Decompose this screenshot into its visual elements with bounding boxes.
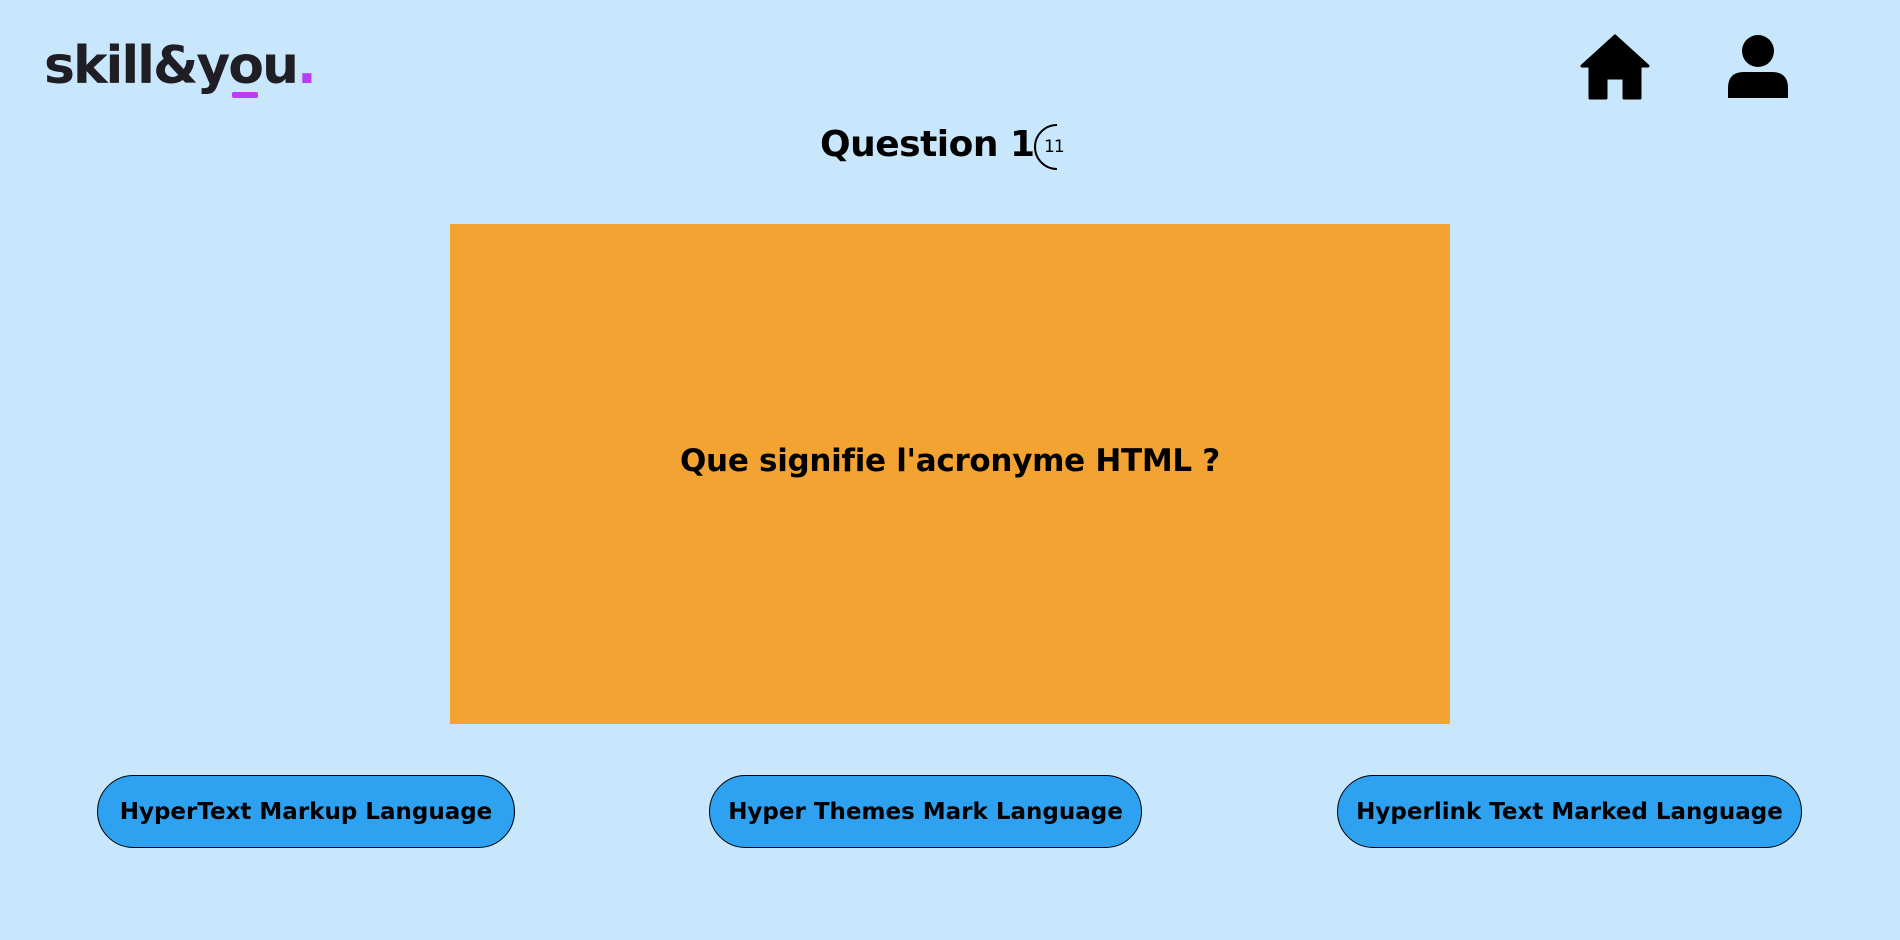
logo-text-o: o bbox=[228, 36, 264, 98]
answer-button-2[interactable]: Hyper Themes Mark Language bbox=[709, 775, 1142, 848]
user-icon bbox=[1728, 35, 1788, 98]
answer-button-3[interactable]: Hyperlink Text Marked Language bbox=[1337, 775, 1802, 848]
timer-ring-icon bbox=[1034, 124, 1058, 170]
logo-text-start: skill&y bbox=[44, 36, 230, 96]
answer-button-1[interactable]: HyperText Markup Language bbox=[97, 775, 515, 848]
logo-text-dot: . bbox=[297, 36, 317, 96]
profile-button[interactable] bbox=[1726, 34, 1790, 100]
question-text: Que signifie l'acronyme HTML ? bbox=[680, 443, 1220, 479]
timer-value: 11 bbox=[1044, 137, 1065, 157]
home-icon bbox=[1580, 34, 1650, 100]
brand-logo[interactable]: skill&y o u. bbox=[44, 36, 317, 100]
logo-text-u: u bbox=[261, 36, 299, 96]
question-card: Que signifie l'acronyme HTML ? bbox=[450, 224, 1450, 724]
countdown-timer: 11 bbox=[1028, 123, 1076, 171]
home-button[interactable] bbox=[1580, 34, 1650, 100]
question-number: Question 1 bbox=[820, 124, 1035, 165]
question-header: Question 1 11 bbox=[0, 122, 1900, 178]
